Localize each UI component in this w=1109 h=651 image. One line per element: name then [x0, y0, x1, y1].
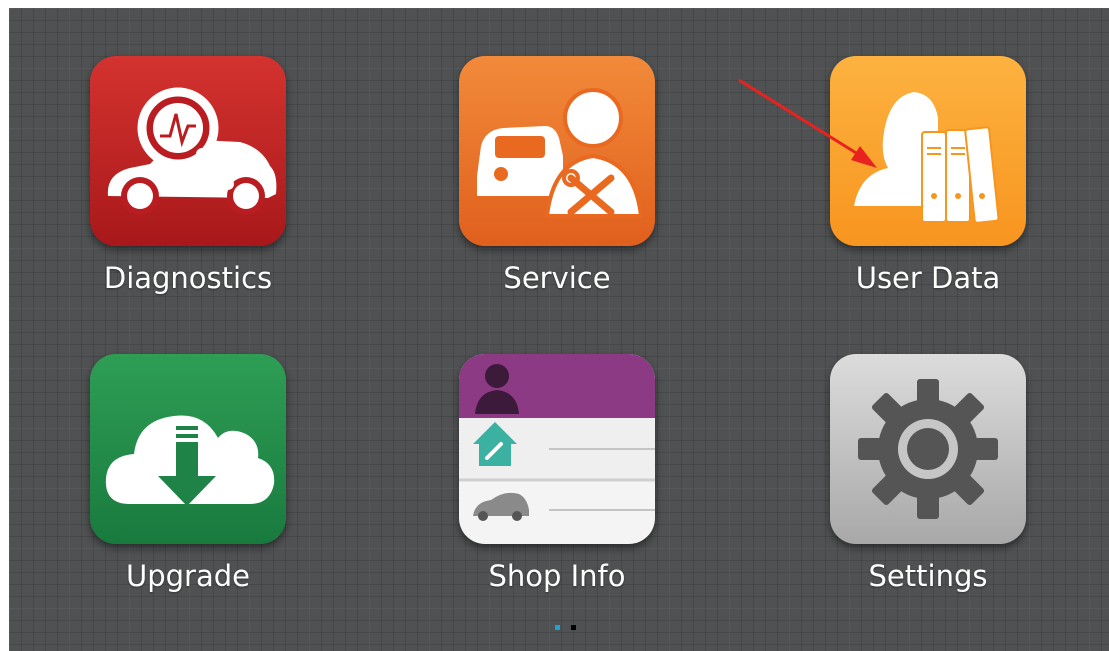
page-dot[interactable] [571, 625, 576, 630]
app-upgrade[interactable]: Upgrade [68, 354, 308, 604]
user-data-tile[interactable] [830, 56, 1026, 246]
diagnostics-tile[interactable] [90, 56, 286, 246]
shop-info-label: Shop Info [488, 559, 626, 593]
settings-tile[interactable] [830, 354, 1026, 544]
cloud-download-icon [105, 415, 275, 506]
user-data-label: User Data [855, 261, 1001, 295]
shop-info-card-icon [459, 354, 655, 521]
upgrade-label: Upgrade [126, 559, 250, 593]
app-settings[interactable]: Settings [808, 354, 1048, 604]
car-diagnostics-icon [107, 87, 277, 215]
launcher-screen: Diagnostics Service User Data Upgrade Sh… [9, 8, 1109, 651]
page-dot-active[interactable] [555, 625, 560, 630]
app-diagnostics[interactable]: Diagnostics [68, 56, 308, 306]
car-service-technician-icon [477, 88, 644, 218]
service-label: Service [503, 261, 611, 295]
service-tile[interactable] [459, 56, 655, 246]
settings-label: Settings [868, 559, 988, 593]
app-shop-info[interactable]: Shop Info [437, 354, 677, 604]
user-binders-icon [854, 92, 1000, 224]
shop-info-tile[interactable] [459, 354, 655, 544]
app-service[interactable]: Service [437, 56, 677, 306]
upgrade-tile[interactable] [90, 354, 286, 544]
gear-icon [858, 379, 998, 519]
app-user-data[interactable]: User Data [808, 56, 1048, 306]
diagnostics-label: Diagnostics [103, 261, 273, 295]
